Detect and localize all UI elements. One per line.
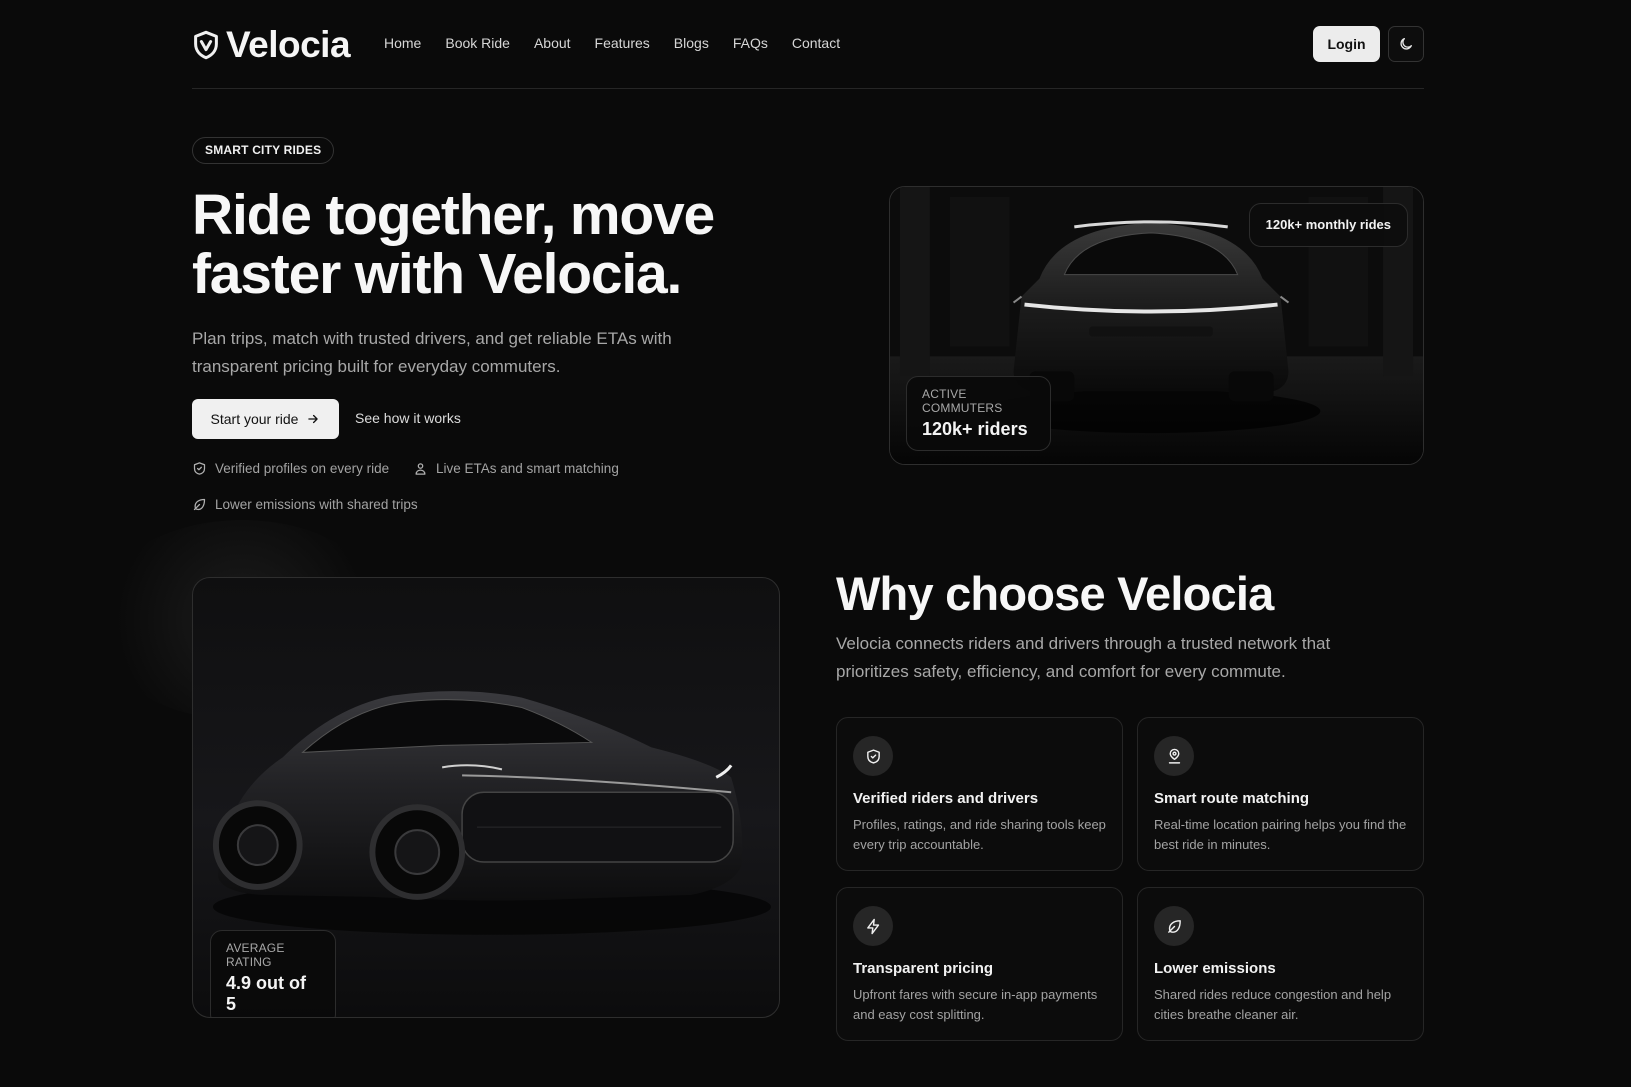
stat-label: AVERAGE RATING [226,941,285,969]
feature-live-etas: Live ETAs and smart matching [413,461,619,476]
feature-lower-emissions: Lower emissions with shared trips [192,497,418,512]
feature-card-desc: Upfront fares with secure in-app payment… [853,987,1098,1022]
monthly-rides-pill: 120k+ monthly rides [1248,203,1408,247]
see-how-it-works-link[interactable]: See how it works [355,410,461,426]
hero-subtitle: Plan trips, match with trusted drivers, … [192,329,672,376]
side-car-image: AVERAGE RATING 4.9 out of 5 [192,577,780,1018]
nav-blogs[interactable]: Blogs [674,35,709,51]
hero-title: Ride together, move faster with Velocia. [192,183,715,306]
user-pin-icon [415,463,426,475]
main-menu: Home Book Ride About Features Blogs FAQs… [384,35,840,51]
shield-check-icon [866,748,880,764]
navbar: Velocia Home Book Ride About Features Bl… [192,0,1424,89]
nav-home[interactable]: Home [384,35,421,51]
shield-check-icon [193,462,206,475]
nav-contact[interactable]: Contact [792,35,840,51]
stat-value: 4.9 out of 5 [226,973,306,1014]
moon-icon [1400,38,1412,50]
arrow-right-icon [308,414,319,424]
feature-card-title: Verified riders and drivers [853,790,1039,807]
active-commuters-stat: ACTIVE COMMUTERS 120k+ riders [906,376,1051,451]
brand-name: Velocia [226,24,351,65]
feature-card-desc: Real-time location pairing helps you fin… [1154,817,1407,852]
average-rating-stat: AVERAGE RATING 4.9 out of 5 [210,930,336,1017]
feature-icon-wrap [1154,906,1194,946]
feature-card-route: Smart route matching Real-time location … [1137,717,1424,871]
feature-card-desc: Shared rides reduce congestion and help … [1154,987,1392,1022]
why-subtitle: Velocia connects riders and drivers thro… [836,634,1331,681]
leaf-icon [193,498,206,511]
start-ride-button[interactable]: Start your ride [192,399,339,439]
lightning-icon [866,918,879,934]
why-title: Why choose Velocia [836,567,1274,620]
feature-verified-profiles: Verified profiles on every ride [192,461,389,476]
nav-faqs[interactable]: FAQs [733,35,768,51]
hero-car-image: 120k+ monthly rides ACTIVE COMMUTERS 120… [889,186,1424,465]
login-button[interactable]: Login [1313,26,1380,62]
shield-logo-icon [194,30,218,60]
feature-card-title: Transparent pricing [853,960,994,977]
nav-book-ride[interactable]: Book Ride [445,35,510,51]
stat-value: 120k+ riders [922,419,1028,439]
hero-badge: SMART CITY RIDES [192,137,335,164]
feature-card-title: Smart route matching [1154,790,1310,807]
feature-card-verified: Verified riders and drivers Profiles, ra… [836,717,1123,871]
brand-logo[interactable]: Velocia [192,24,351,66]
feature-label: Live ETAs and smart matching [436,461,619,476]
feature-label: Lower emissions with shared trips [215,497,418,512]
user-pin-icon [1168,748,1180,764]
feature-icon-wrap [1154,736,1194,776]
nav-features[interactable]: Features [595,35,650,51]
feature-icon-wrap [853,906,893,946]
feature-card-emissions: Lower emissions Shared rides reduce cong… [1137,887,1424,1041]
leaf-icon [1167,919,1181,933]
feature-icon-wrap [853,736,893,776]
feature-card-title: Lower emissions [1154,960,1276,977]
start-ride-label: Start your ride [210,411,299,427]
stat-label: ACTIVE COMMUTERS [922,387,1003,415]
feature-card-desc: Profiles, ratings, and ride sharing tool… [853,817,1106,852]
nav-about[interactable]: About [534,35,571,51]
theme-toggle-button[interactable] [1388,26,1424,62]
feature-card-pricing: Transparent pricing Upfront fares with s… [836,887,1123,1041]
feature-label: Verified profiles on every ride [215,461,390,476]
